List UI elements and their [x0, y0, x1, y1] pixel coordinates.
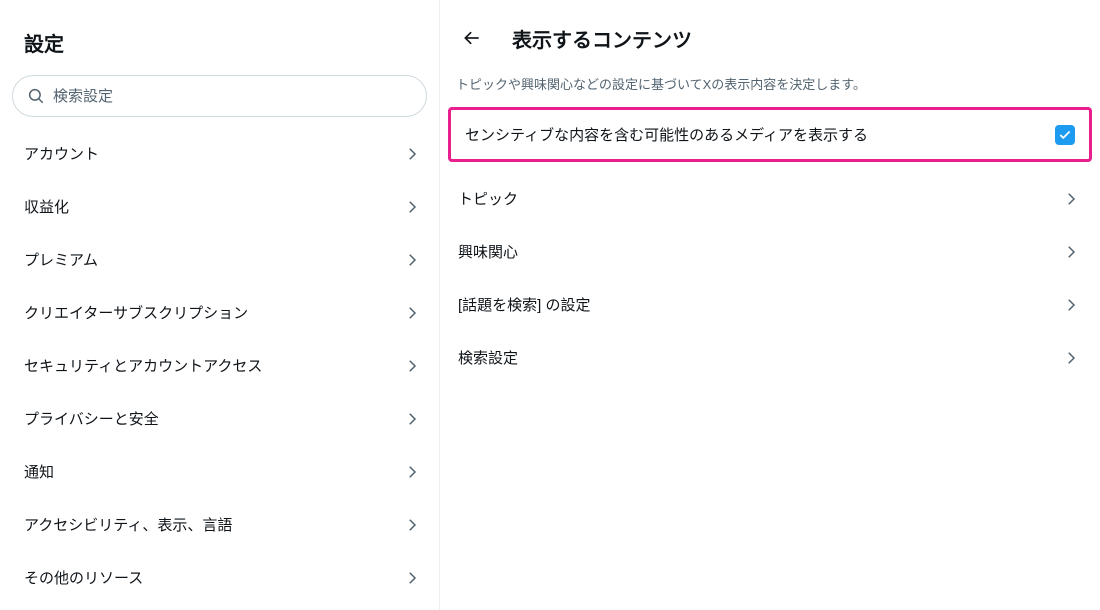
sidebar-item-other-resources[interactable]: その他のリソース: [0, 551, 439, 604]
chevron-right-icon: [403, 198, 421, 216]
sidebar-item-label: セキュリティとアカウントアクセス: [24, 355, 262, 376]
sensitive-media-row[interactable]: センシティブな内容を含む可能性のあるメディアを表示する: [448, 107, 1092, 162]
sidebar-item-label: プライバシーと安全: [24, 408, 159, 429]
sensitive-media-label: センシティブな内容を含む可能性のあるメディアを表示する: [465, 124, 868, 145]
search-icon: [27, 87, 45, 105]
search-input[interactable]: [53, 88, 412, 105]
search-box[interactable]: [12, 75, 427, 117]
settings-sidebar: 設定 アカウント 収益化 プレミアム クリエイターサブスクリプション セキュリテ…: [0, 0, 440, 610]
arrow-left-icon: [462, 28, 482, 48]
chevron-right-icon: [403, 410, 421, 428]
option-search-settings[interactable]: 検索設定: [440, 331, 1100, 384]
page-title: 表示するコンテンツ: [512, 24, 692, 53]
option-interests[interactable]: 興味関心: [440, 225, 1100, 278]
chevron-right-icon: [403, 251, 421, 269]
sidebar-item-label: 収益化: [24, 196, 69, 217]
option-topics[interactable]: トピック: [440, 172, 1100, 225]
check-icon: [1058, 128, 1072, 142]
option-label: 興味関心: [458, 241, 518, 262]
sidebar-item-security-access[interactable]: セキュリティとアカウントアクセス: [0, 339, 439, 392]
chevron-right-icon: [403, 569, 421, 587]
sensitive-media-checkbox[interactable]: [1055, 125, 1075, 145]
main-panel: 表示するコンテンツ トピックや興味関心などの設定に基づいてXの表示内容を決定しま…: [440, 0, 1100, 610]
option-label: トピック: [458, 188, 518, 209]
option-explore-settings[interactable]: [話題を検索] の設定: [440, 278, 1100, 331]
sidebar-item-accessibility-display-language[interactable]: アクセシビリティ、表示、言語: [0, 498, 439, 551]
main-header: 表示するコンテンツ: [440, 14, 1100, 68]
chevron-right-icon: [1062, 190, 1080, 208]
sidebar-item-privacy-safety[interactable]: プライバシーと安全: [0, 392, 439, 445]
chevron-right-icon: [1062, 296, 1080, 314]
sidebar-item-label: 通知: [24, 461, 54, 482]
chevron-right-icon: [403, 145, 421, 163]
chevron-right-icon: [403, 516, 421, 534]
sidebar-item-label: プレミアム: [24, 249, 98, 270]
chevron-right-icon: [403, 304, 421, 322]
option-label: [話題を検索] の設定: [458, 294, 591, 315]
chevron-right-icon: [1062, 349, 1080, 367]
sidebar-item-account[interactable]: アカウント: [0, 127, 439, 180]
sidebar-item-monetization[interactable]: 収益化: [0, 180, 439, 233]
chevron-right-icon: [403, 357, 421, 375]
option-label: 検索設定: [458, 347, 518, 368]
search-wrap: [0, 75, 439, 127]
sidebar-item-notifications[interactable]: 通知: [0, 445, 439, 498]
sidebar-item-label: クリエイターサブスクリプション: [24, 302, 248, 323]
sidebar-item-label: その他のリソース: [24, 567, 143, 588]
chevron-right-icon: [403, 463, 421, 481]
sidebar-item-creator-subscriptions[interactable]: クリエイターサブスクリプション: [0, 286, 439, 339]
page-description: トピックや興味関心などの設定に基づいてXの表示内容を決定します。: [440, 68, 1100, 107]
sidebar-title: 設定: [0, 16, 439, 75]
back-button[interactable]: [454, 20, 490, 56]
sidebar-item-label: アカウント: [24, 143, 99, 164]
sidebar-item-label: アクセシビリティ、表示、言語: [24, 514, 232, 535]
sidebar-item-premium[interactable]: プレミアム: [0, 233, 439, 286]
chevron-right-icon: [1062, 243, 1080, 261]
